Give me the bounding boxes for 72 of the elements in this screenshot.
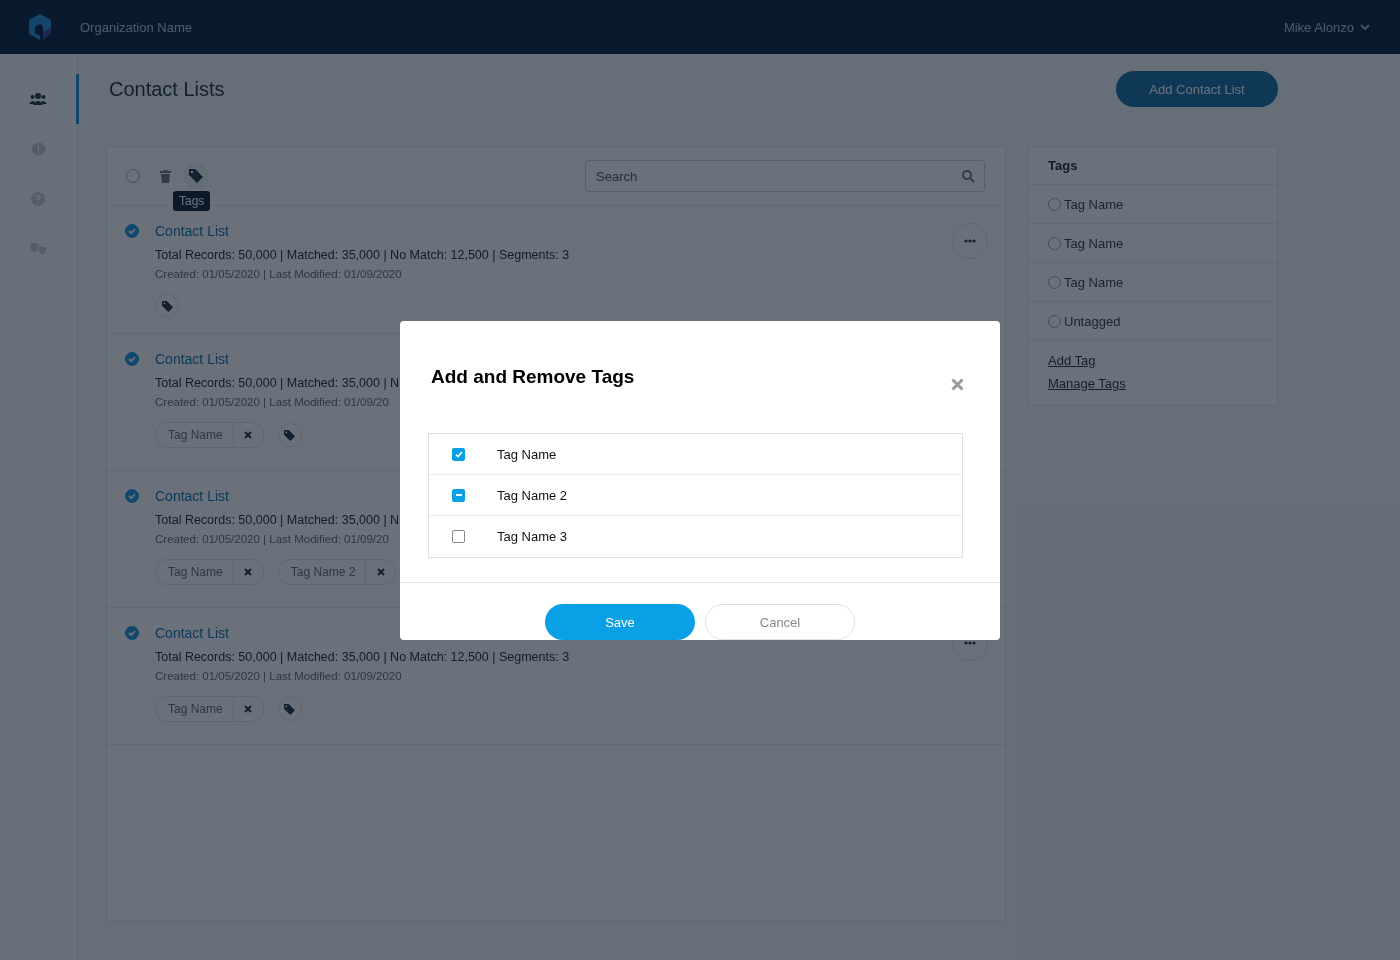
tag-option-label: Tag Name 2 [497, 487, 568, 503]
tag-label: Tag Name [167, 428, 224, 442]
tag-label: Tag Name 2 [289, 565, 357, 579]
search-field[interactable]: Search [585, 160, 985, 192]
chevron-down-icon [1360, 23, 1370, 31]
tag-option-row[interactable]: Tag Name 2 [429, 475, 962, 516]
close-icon [951, 377, 964, 391]
checkbox[interactable] [452, 488, 465, 502]
contact-list-link[interactable]: Contact List [155, 625, 229, 641]
tag-icon [189, 169, 203, 183]
tags-panel-title: Tags [1029, 147, 1277, 185]
tag-option-label: Tag Name 3 [497, 529, 568, 544]
tag-option-row[interactable]: Tag Name 3 [429, 516, 962, 557]
organization-name: Organization Name [80, 19, 193, 35]
tag-label: Tag Name [167, 565, 224, 579]
trash-icon[interactable] [160, 169, 171, 183]
list-stats: Total Records: 50,000 | Matched: 35,000 | N [155, 513, 400, 527]
logo-icon [29, 14, 51, 40]
tag-filter-label: Tag Name [1064, 235, 1124, 251]
add-tag-button[interactable] [155, 294, 179, 318]
tag-filter-item[interactable]: Untagged [1029, 302, 1277, 341]
tag-option-row[interactable]: Tag Name [429, 434, 962, 475]
contact-list-link[interactable]: Contact List [155, 488, 229, 504]
user-menu[interactable]: Mike Alonzo [1283, 19, 1370, 35]
tag-filter-item[interactable]: Tag Name [1029, 263, 1277, 302]
check-circle-icon[interactable] [125, 224, 139, 238]
check-circle-icon[interactable] [125, 626, 139, 640]
tag-label: Tag Name [167, 702, 224, 716]
tag-icon [284, 703, 296, 715]
list-dates: Created: 01/05/2020 | Last Modified: 01/09/2020 [155, 268, 402, 280]
close-icon [244, 705, 253, 713]
add-contact-list-button[interactable]: Add Contact List [1116, 71, 1278, 107]
contact-list-link[interactable]: Contact List [155, 223, 229, 239]
close-icon [376, 568, 385, 576]
tag-filter-label: Tag Name [1064, 274, 1124, 290]
modal-title: Add and Remove Tags [431, 366, 635, 388]
people-icon [29, 93, 47, 105]
tag-filter-item[interactable]: Tag Name [1029, 185, 1277, 224]
list-stats: Total Records: 50,000 | Matched: 35,000 | N [155, 376, 400, 390]
cancel-button[interactable]: Cancel [705, 604, 855, 640]
list-dates: Created: 01/05/2020 | Last Modified: 01/09/20 [155, 396, 389, 408]
list-stats: Total Records: 50,000 | Matched: 35,000 | No Match: 12,500 | Segments: 3 [155, 650, 570, 664]
save-button[interactable]: Save [545, 604, 695, 640]
list-dates: Created: 01/05/2020 | Last Modified: 01/09/2020 [155, 670, 402, 682]
add-tag-button[interactable] [277, 697, 302, 721]
add-tag-button[interactable] [277, 423, 302, 447]
check-circle-icon[interactable] [125, 352, 139, 366]
tooltip: Tags [173, 191, 211, 211]
tag-icon [161, 300, 173, 312]
tags-button[interactable] [183, 163, 209, 189]
page-title: Contact Lists [109, 77, 225, 101]
tag-filter-label: Untagged [1064, 313, 1121, 329]
close-icon [244, 568, 253, 576]
contact-list-link[interactable]: Contact List [155, 351, 229, 367]
list-stats: Total Records: 50,000 | Matched: 35,000 | No Match: 12,500 | Segments: 3 [155, 248, 570, 262]
close-button[interactable] [951, 377, 964, 391]
tag-filter-label: Tag Name [1064, 196, 1124, 212]
ellipsis-icon [964, 239, 976, 243]
tags-link[interactable]: Add Tag [1048, 353, 1258, 368]
minus-icon [455, 494, 462, 496]
checkbox[interactable] [452, 447, 465, 461]
tag-icon [284, 429, 296, 441]
check-circle-icon[interactable] [125, 489, 139, 503]
search-icon [962, 170, 975, 183]
tag-filter-item[interactable]: Tag Name [1029, 224, 1277, 263]
tag-option-label: Tag Name [497, 446, 557, 462]
close-icon [244, 431, 253, 439]
ellipsis-icon [964, 641, 976, 645]
check-icon [454, 450, 463, 458]
checkbox[interactable] [452, 530, 465, 543]
list-dates: Created: 01/05/2020 | Last Modified: 01/09/20 [155, 533, 389, 545]
tags-link[interactable]: Manage Tags [1048, 376, 1258, 391]
